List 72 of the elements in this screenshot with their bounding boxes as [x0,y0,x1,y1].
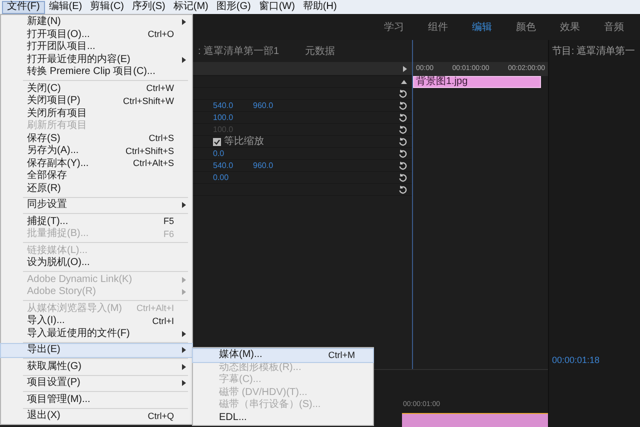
menu-item[interactable]: 新建(N) [1,16,192,28]
menu-bar-item[interactable]: 标记(M) [169,0,212,14]
menu-bar-item[interactable]: 编辑(E) [44,0,86,14]
menu-item[interactable]: 关闭(C) Ctrl+W [1,82,192,95]
submenu-arrow-icon [182,330,186,337]
reset-icon[interactable] [398,137,407,146]
menu-item[interactable]: EDL... [193,412,373,424]
up-caret-icon[interactable] [401,80,407,84]
submenu-arrow-icon [182,56,186,63]
menu-bar-item[interactable]: 窗口(W) [254,0,299,14]
submenu-arrow-icon [182,202,186,208]
menu-bar-item[interactable]: 帮助(H) [298,0,341,14]
menu-bar-item[interactable]: 图形(G) [212,0,255,14]
workspace-tab[interactable]: 效果 [560,20,580,34]
reset-icon[interactable] [398,89,407,98]
menu-item[interactable]: 获取属性(G) [1,360,192,373]
workspace-tab[interactable]: 学习 [384,20,404,34]
menu-item[interactable]: 导出(E) [1,344,192,356]
menu-item[interactable]: 项目管理(M)... [1,394,192,406]
menu-item[interactable]: 设为脱机(O)... [1,257,192,270]
menu-item[interactable]: 关闭所有项目 [1,108,192,120]
workspace-tab[interactable]: 编辑 [472,20,492,34]
property-value[interactable]: 960.0 [253,102,274,110]
property-value[interactable]: 960.0 [253,162,274,170]
panel-title: 节目: 遮罩清单第一 [552,44,636,59]
menu-item[interactable]: 捕捉(T)... F5 [1,216,192,228]
menu-item[interactable]: 同步设置 [1,199,192,212]
reset-icon[interactable] [398,161,407,170]
menu-item[interactable]: 打开最近使用的内容(E) [1,54,192,66]
property-value[interactable]: 100.0 [213,114,234,122]
menu-item[interactable]: 还原(R) [1,182,192,195]
menu-item[interactable]: 另存为(A)... Ctrl+Shift+S [1,145,192,158]
property-value[interactable]: 0.0 [213,150,224,158]
menu-item[interactable]: 导入(I)... Ctrl+I [1,315,192,328]
check-icon [214,138,220,144]
menu-item[interactable]: 全部保存 [1,170,192,182]
menu-item[interactable]: 媒体(M)... Ctrl+M [193,349,373,362]
menu-bar-item[interactable]: 剪辑(C) [86,0,128,14]
menu-item[interactable]: 保存(S) Ctrl+S [1,132,192,145]
submenu-arrow-icon [182,364,186,370]
reset-icon[interactable] [398,101,407,110]
expand-arrow-icon[interactable] [403,66,407,72]
menu-item[interactable]: 退出(X) Ctrl+Q [1,410,192,422]
menu-item[interactable]: 打开团队项目... [1,41,192,54]
menu-bar-item[interactable]: 文件(F) [2,0,45,14]
checkbox-label: 等比缩放 [224,136,264,146]
reset-icon[interactable] [398,185,407,194]
menu-item[interactable]: 打开项目(O)... Ctrl+O [1,28,192,41]
workspace-tab[interactable]: 组件 [428,20,448,34]
workspace-tab[interactable]: 音频 [604,20,624,34]
menu-item[interactable]: 关闭项目(P) Ctrl+Shift+W [1,95,192,108]
property-value[interactable]: 540.0 [213,102,234,110]
reset-icon[interactable] [398,125,407,134]
property-value[interactable]: 0.00 [213,174,229,182]
menu-item[interactable]: 保存副本(Y)... Ctrl+Alt+S [1,158,192,170]
menu-item[interactable]: 导入最近使用的文件(F) [1,328,192,340]
reset-icon[interactable] [398,149,407,158]
menu-bar-item[interactable]: 序列(S) [128,0,170,14]
reset-icon[interactable] [398,173,407,182]
panel-tab[interactable]: 元数据 [305,44,336,58]
reset-icon[interactable] [398,113,407,122]
workspace-tab[interactable]: 颜色 [516,20,536,34]
submenu-arrow-icon [182,380,186,386]
panel-tab[interactable]: : 遮罩清单第一部1 [198,44,280,58]
property-value[interactable]: 540.0 [213,162,234,170]
checkbox[interactable] [213,138,221,146]
menu-item[interactable]: 转换 Premiere Clip 项目(C)... [1,66,192,78]
clip[interactable]: 背景图1.jpg [413,76,541,88]
submenu-arrow-icon [182,19,186,26]
submenu-arrow-icon [182,347,186,354]
timecode: 00:00:01:18 [552,354,601,366]
menu-item[interactable]: 项目设置(P) [1,377,192,390]
